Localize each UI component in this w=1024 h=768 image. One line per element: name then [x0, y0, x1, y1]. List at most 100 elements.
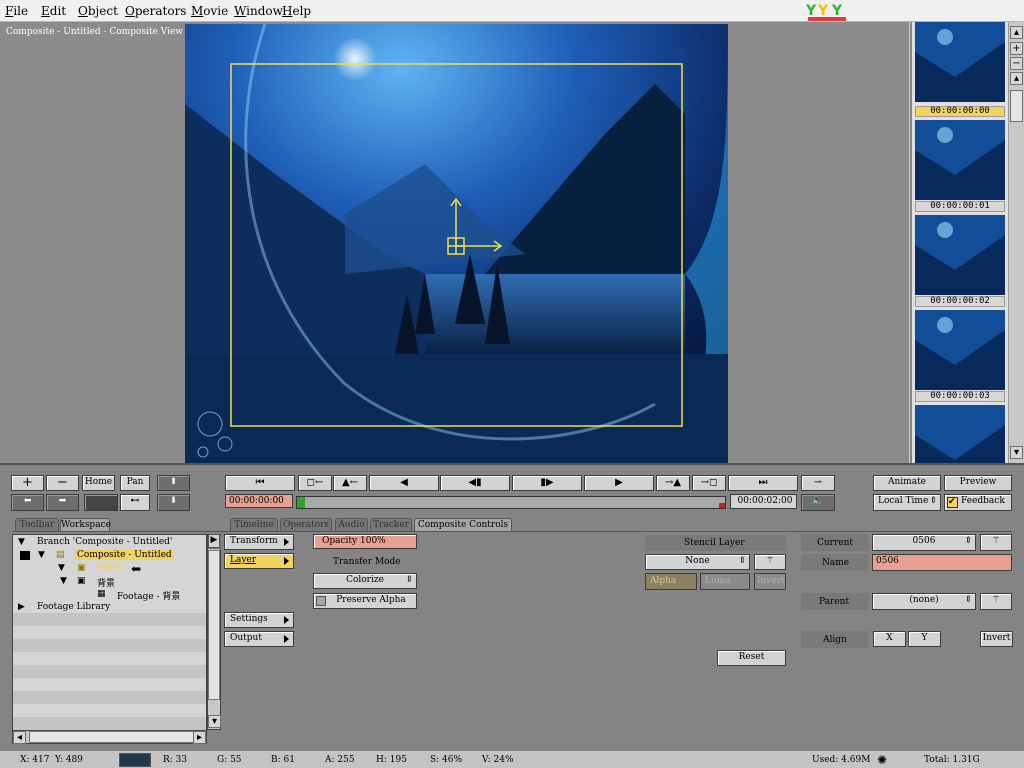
transform-button[interactable]: Transform — [224, 534, 294, 550]
settings-button[interactable]: Settings — [224, 612, 294, 628]
thumbnail-frame[interactable] — [915, 215, 1005, 295]
menu-help[interactable]: Help — [282, 4, 311, 18]
scroll-down-icon[interactable]: ▾ — [208, 715, 221, 728]
tab-operators[interactable]: Operators — [280, 518, 332, 532]
tab-composite-controls[interactable]: Composite Controls — [414, 518, 512, 532]
align-y-button[interactable]: Y — [908, 631, 941, 647]
checkbox-icon[interactable] — [316, 596, 326, 606]
luma-button[interactable]: Luma — [700, 573, 750, 590]
audio-icon[interactable]: 🔈 — [801, 494, 835, 511]
current-time-marker[interactable] — [297, 497, 305, 508]
set-out-icon[interactable]: →◻ — [692, 475, 726, 491]
play-reverse-button[interactable]: ◀ — [369, 475, 439, 491]
scroll-right-icon[interactable]: ▸ — [193, 731, 206, 744]
feedback-toggle[interactable]: ✔ Feedback — [944, 494, 1012, 511]
stencil-dropdown[interactable]: None ⇕ — [645, 554, 750, 570]
tab-timeline[interactable]: Timeline — [230, 518, 278, 532]
tab-audio[interactable]: Audio — [335, 518, 368, 532]
down-arrow-icon[interactable]: ⬇ — [157, 494, 190, 511]
tree-row-library[interactable]: ▶ Footage Library — [13, 602, 206, 615]
expand-triangle-icon[interactable]: ▼ — [60, 576, 67, 586]
up-arrow-icon[interactable]: ⬆ — [157, 475, 190, 491]
end-time-field[interactable]: 00:00:02:00 — [730, 494, 797, 509]
local-time-dropdown[interactable]: Local Time ⇕ — [873, 494, 941, 511]
collapse-triangle-icon[interactable]: ▶ — [18, 602, 25, 612]
scroll-up-icon[interactable]: ▴ — [1010, 72, 1023, 85]
tree-row-composite[interactable]: ▼ ▤ Composite - Untitled — [13, 550, 206, 563]
layer-button[interactable]: Layer — [224, 553, 294, 569]
output-button[interactable]: Output — [224, 631, 294, 647]
forward-arrow-icon[interactable]: ➡ — [46, 494, 79, 511]
composite-view[interactable]: Composite - Untitled - Composite View (N… — [0, 22, 910, 463]
animate-button[interactable]: Animate — [873, 475, 941, 491]
align-x-button[interactable]: X — [873, 631, 906, 647]
color-swatch-dropdown[interactable] — [84, 494, 118, 511]
go-to-start-button[interactable]: ⏮ — [225, 475, 295, 491]
reset-button[interactable]: Reset — [717, 650, 786, 666]
tree-row-footage[interactable]: ▦ Footage - 背景 — [13, 589, 206, 602]
step-forward-button[interactable]: ▮▶ — [512, 475, 582, 491]
colorize-dropdown[interactable]: Colorize ⇕ — [313, 573, 417, 589]
tree-row-layer[interactable]: ▼ ▣ 0506 ⬅ — [13, 562, 206, 576]
thumbnail-frame[interactable] — [915, 310, 1005, 390]
set-in-icon[interactable]: ◻← — [298, 475, 332, 491]
alpha-button[interactable]: Alpha — [645, 573, 697, 590]
tree-vscrollbar[interactable]: ▴ ▾ — [207, 534, 221, 730]
menu-edit[interactable]: Edit — [41, 4, 66, 18]
tab-tracker[interactable]: Tracker — [370, 518, 412, 532]
expand-triangle-icon[interactable]: ▼ — [38, 550, 45, 560]
scroll-down-icon[interactable]: ▾ — [1010, 446, 1023, 459]
parent-dropdown[interactable]: (none) ⇕ — [872, 593, 976, 610]
scrollbar-thumb[interactable] — [29, 731, 199, 743]
menu-file[interactable]: File — [5, 4, 28, 18]
pick-whip-icon[interactable]: ⚚ — [754, 554, 786, 570]
pick-whip-icon[interactable]: ⚚ — [980, 593, 1012, 610]
preview-button[interactable]: Preview — [944, 475, 1012, 491]
composite-canvas[interactable] — [185, 24, 728, 463]
align-invert-button[interactable]: Invert — [980, 631, 1013, 647]
pick-whip-icon[interactable]: ⚚ — [980, 534, 1012, 551]
tab-workspace[interactable]: Workspace — [60, 518, 111, 532]
thumbnail-frame[interactable] — [915, 120, 1005, 200]
scrollbar-thumb[interactable] — [1010, 90, 1023, 122]
scrollbar-thumb[interactable] — [208, 550, 220, 700]
zoom-in-button[interactable]: + — [11, 475, 44, 491]
start-time-field[interactable]: 00:00:00:00 — [225, 494, 293, 508]
node-link-icon[interactable]: ⊷ — [120, 494, 150, 511]
tree-row-branch[interactable]: ▼ Branch 'Composite - Untitled' — [13, 537, 206, 550]
out-point-marker[interactable] — [719, 503, 725, 508]
menu-operators[interactable]: Operators — [125, 4, 186, 18]
tab-toolbar[interactable]: Toolbar — [15, 518, 59, 532]
thumbnail-frame[interactable] — [915, 22, 1005, 102]
zoom-out-icon[interactable]: − — [1010, 57, 1023, 70]
stencil-invert-button[interactable]: Invert — [754, 573, 786, 590]
play-button[interactable]: ▶ — [584, 475, 654, 491]
loop-icon[interactable]: ⇀ — [801, 475, 835, 491]
opacity-slider[interactable]: Opacity 100% — [313, 534, 417, 549]
thumbnail-scrollbar[interactable]: ▴ + − ▴ ▾ — [1008, 22, 1024, 463]
tree-row-child[interactable]: ▼ ▣ 背景 — [13, 576, 206, 589]
go-to-out-icon[interactable]: →▲ — [656, 475, 690, 491]
zoom-in-icon[interactable]: + — [1010, 42, 1023, 55]
back-arrow-icon[interactable]: ⬅ — [11, 494, 44, 511]
current-dropdown[interactable]: 0506 ⇕ — [872, 534, 976, 551]
menu-window[interactable]: Window — [234, 4, 283, 18]
scroll-left-icon[interactable]: ◂ — [13, 731, 26, 744]
step-back-button[interactable]: ◀▮ — [440, 475, 510, 491]
scroll-up-icon[interactable]: ▴ — [1010, 26, 1023, 39]
home-button[interactable]: Home — [82, 475, 115, 491]
go-to-end-button[interactable]: ⏭ — [728, 475, 798, 491]
expand-triangle-icon[interactable]: ▼ — [58, 563, 65, 573]
menu-object[interactable]: Object — [78, 4, 118, 18]
name-field[interactable]: 0506 — [872, 554, 1012, 571]
thumbnail-frame[interactable] — [915, 405, 1005, 463]
menu-movie[interactable]: Movie — [191, 4, 228, 18]
timeline-scrubber[interactable] — [296, 496, 726, 509]
expand-triangle-icon[interactable]: ▼ — [18, 537, 25, 547]
tree-expand-icon[interactable]: ▶ — [208, 534, 220, 548]
tree-hscrollbar[interactable]: ◂ ▸ — [12, 730, 207, 744]
zoom-out-button[interactable]: − — [46, 475, 79, 491]
go-to-in-icon[interactable]: ▲← — [333, 475, 367, 491]
checkbox-checked-icon[interactable]: ✔ — [947, 497, 958, 508]
pan-button[interactable]: Pan — [120, 475, 150, 491]
